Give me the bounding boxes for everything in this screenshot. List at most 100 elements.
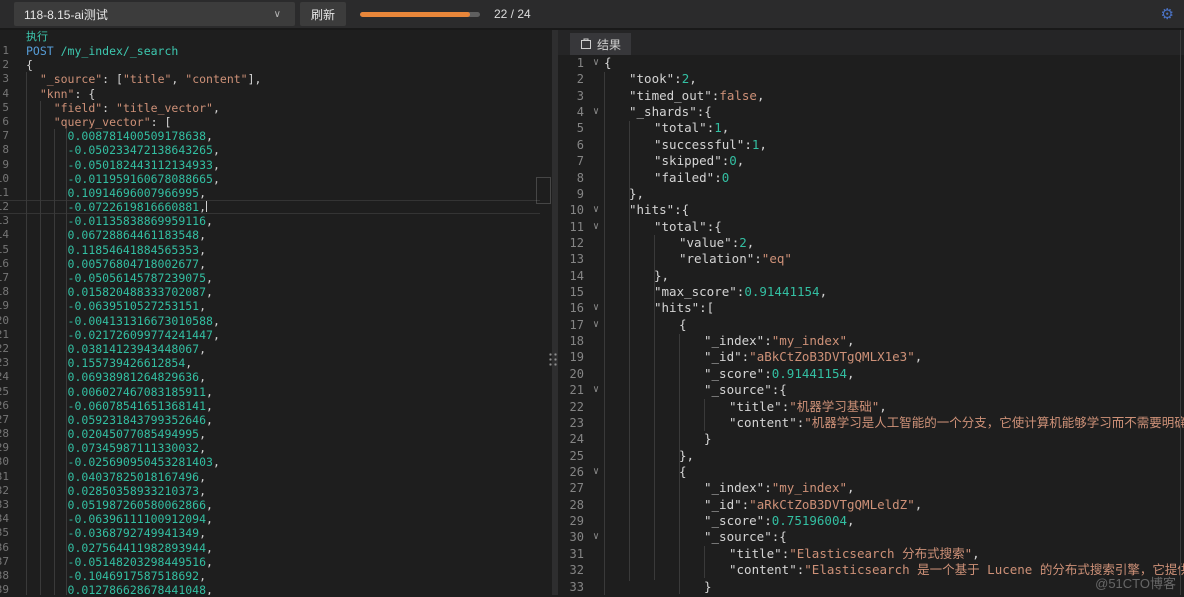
token-p (26, 512, 68, 526)
code-line[interactable]: 4 "knn": { (0, 87, 540, 101)
code-line[interactable]: 33 0.051987260580062866, (0, 498, 540, 512)
code-line[interactable]: 3 "_source": ["title", "content"], (0, 72, 540, 86)
code-line[interactable]: 15 0.11854641884565353, (0, 243, 540, 257)
result-line[interactable]: 15"max_score":0.91441154, (558, 284, 1184, 300)
code-line[interactable]: 6 "query_vector": [ (0, 115, 540, 129)
code-line[interactable]: 20 -0.004131316673010588, (0, 314, 540, 328)
code-line[interactable]: 34 -0.06396111100912094, (0, 512, 540, 526)
line-number: 13 (558, 251, 588, 267)
result-line[interactable]: 14}, (558, 268, 1184, 284)
code-line[interactable]: 1POST /my_index/_search (0, 44, 540, 58)
fold-icon[interactable]: ∨ (588, 55, 604, 71)
code-line[interactable]: 14 0.06728864461183548, (0, 228, 540, 242)
token-num: 0.07345987111330032 (68, 441, 200, 455)
result-line[interactable]: 30∨"_source":{ (558, 529, 1184, 545)
result-line[interactable]: 18"_index":"my_index", (558, 333, 1184, 349)
result-line[interactable]: 24} (558, 431, 1184, 447)
result-line[interactable]: 25}, (558, 448, 1184, 464)
result-line[interactable]: 33} (558, 579, 1184, 595)
token-p: , (199, 427, 206, 441)
editor-code-area[interactable]: 1POST /my_index/_search2{3 "_source": ["… (0, 44, 540, 595)
fold-icon[interactable]: ∨ (588, 300, 604, 316)
code-line[interactable]: 11 0.10914696007966995, (0, 186, 540, 200)
code-line[interactable]: 25 0.006027467083185911, (0, 385, 540, 399)
result-line[interactable]: 6"successful":1, (558, 137, 1184, 153)
code-line[interactable]: 2{ (0, 58, 540, 72)
token-p: : { (74, 87, 95, 101)
code-line[interactable]: 23 0.155739426612854, (0, 356, 540, 370)
fold-icon[interactable]: ∨ (588, 464, 604, 480)
code-line[interactable]: 8 -0.050233472138643265, (0, 143, 540, 157)
code-line[interactable]: 29 0.07345987111330032, (0, 441, 540, 455)
code-line[interactable]: 35 -0.0368792749941349, (0, 526, 540, 540)
code-line[interactable]: 5 "field": "title_vector", (0, 101, 540, 115)
query-editor[interactable]: 执行 1POST /my_index/_search2{3 "_source":… (0, 30, 540, 595)
code-line[interactable]: 27 0.059231843799352646, (0, 413, 540, 427)
result-line[interactable]: 3"timed_out":false, (558, 88, 1184, 104)
result-line[interactable]: 5"total":1, (558, 120, 1184, 136)
code-line[interactable]: 17 -0.05056145787239075, (0, 271, 540, 285)
code-line[interactable]: 9 -0.050182443112134933, (0, 158, 540, 172)
fold-icon[interactable]: ∨ (588, 202, 604, 218)
result-line[interactable]: 31"title":"Elasticsearch 分布式搜索", (558, 546, 1184, 562)
result-line[interactable]: 12"value":2, (558, 235, 1184, 251)
result-tab-icon (580, 38, 592, 50)
fold-icon[interactable]: ∨ (588, 317, 604, 333)
code-line[interactable]: 31 0.04037825018167496, (0, 470, 540, 484)
result-line[interactable]: 7"skipped":0, (558, 153, 1184, 169)
result-line[interactable]: 29"_score":0.75196004, (558, 513, 1184, 529)
result-code-area[interactable]: 1∨{2"took":2,3"timed_out":false,4∨"_shar… (558, 55, 1184, 595)
line-number: 5 (558, 120, 588, 136)
result-line[interactable]: 13"relation":"eq" (558, 251, 1184, 267)
code-line[interactable]: 39 0.012786628678441048, (0, 583, 540, 595)
code-line[interactable]: 7 0.008781400509178638, (0, 129, 540, 143)
result-line[interactable]: 20"_score":0.91441154, (558, 366, 1184, 382)
result-line[interactable]: 8"failed":0 (558, 170, 1184, 186)
result-line[interactable]: 10∨"hits":{ (558, 202, 1184, 218)
result-line[interactable]: 4∨"_shards":{ (558, 104, 1184, 120)
token-path: /my_index/_search (61, 44, 179, 58)
gear-icon[interactable]: ⚙ (1161, 5, 1174, 23)
result-line[interactable]: 11∨"total":{ (558, 219, 1184, 235)
run-link[interactable]: 执行 (26, 30, 48, 43)
fold-icon[interactable]: ∨ (588, 382, 604, 398)
code-line[interactable]: 38 -0.1046917587518692, (0, 569, 540, 583)
result-line[interactable]: 2"took":2, (558, 71, 1184, 87)
code-line[interactable]: 12 -0.0722619816660881, (0, 200, 540, 214)
code-line[interactable]: 18 0.015820488333702087, (0, 285, 540, 299)
result-line[interactable]: 16∨"hits":[ (558, 300, 1184, 316)
fold-icon[interactable]: ∨ (588, 529, 604, 545)
code-line[interactable]: 24 0.06938981264829636, (0, 370, 540, 384)
tab-results[interactable]: 结果 (570, 33, 631, 55)
result-line[interactable]: 27"_index":"my_index", (558, 480, 1184, 496)
panel-divider[interactable] (540, 30, 558, 595)
code-line[interactable]: 13 -0.01135838869959116, (0, 214, 540, 228)
result-line[interactable]: 22"title":"机器学习基础", (558, 399, 1184, 415)
refresh-button[interactable]: 刷新 (300, 2, 346, 26)
code-line[interactable]: 32 0.02850358933210373, (0, 484, 540, 498)
result-line[interactable]: 21∨"_source":{ (558, 382, 1184, 398)
code-line[interactable]: 37 -0.05148203298449516, (0, 555, 540, 569)
scrollbar-thumb[interactable] (536, 177, 551, 204)
code-line[interactable]: 22 0.03814123943448067, (0, 342, 540, 356)
result-line[interactable]: 9}, (558, 186, 1184, 202)
code-line[interactable]: 30 -0.025690950453281403, (0, 455, 540, 469)
fold-icon[interactable]: ∨ (588, 219, 604, 235)
code-line[interactable]: 36 0.027564411982893944, (0, 541, 540, 555)
code-line[interactable]: 19 -0.0639510527253151, (0, 299, 540, 313)
result-line[interactable]: 32"content":"Elasticsearch 是一个基于 Lucene … (558, 562, 1184, 578)
code-line[interactable]: 21 -0.021726099774241447, (0, 328, 540, 342)
result-line[interactable]: 17∨{ (558, 317, 1184, 333)
result-line[interactable]: 19"_id":"aBkCtZoB3DVTgQMLX1e3", (558, 349, 1184, 365)
code-line[interactable]: 16 0.00576804718002677, (0, 257, 540, 271)
code-line[interactable]: 10 -0.011959160678088665, (0, 172, 540, 186)
result-line[interactable]: 26∨{ (558, 464, 1184, 480)
code-line[interactable]: 28 0.02045077085494995, (0, 427, 540, 441)
result-line[interactable]: 1∨{ (558, 55, 1184, 71)
fold-icon[interactable]: ∨ (588, 104, 604, 120)
result-line[interactable]: 28"_id":"aRkCtZoB3DVTgQMLeldZ", (558, 497, 1184, 513)
dataset-dropdown[interactable]: 118-8.15-ai测试 ∨ (14, 2, 295, 26)
result-line[interactable]: 23"content":"机器学习是人工智能的一个分支，它使计算机能够学习而不需… (558, 415, 1184, 431)
code-line[interactable]: 26 -0.06078541651368141, (0, 399, 540, 413)
divider-grip-icon[interactable] (548, 352, 558, 368)
